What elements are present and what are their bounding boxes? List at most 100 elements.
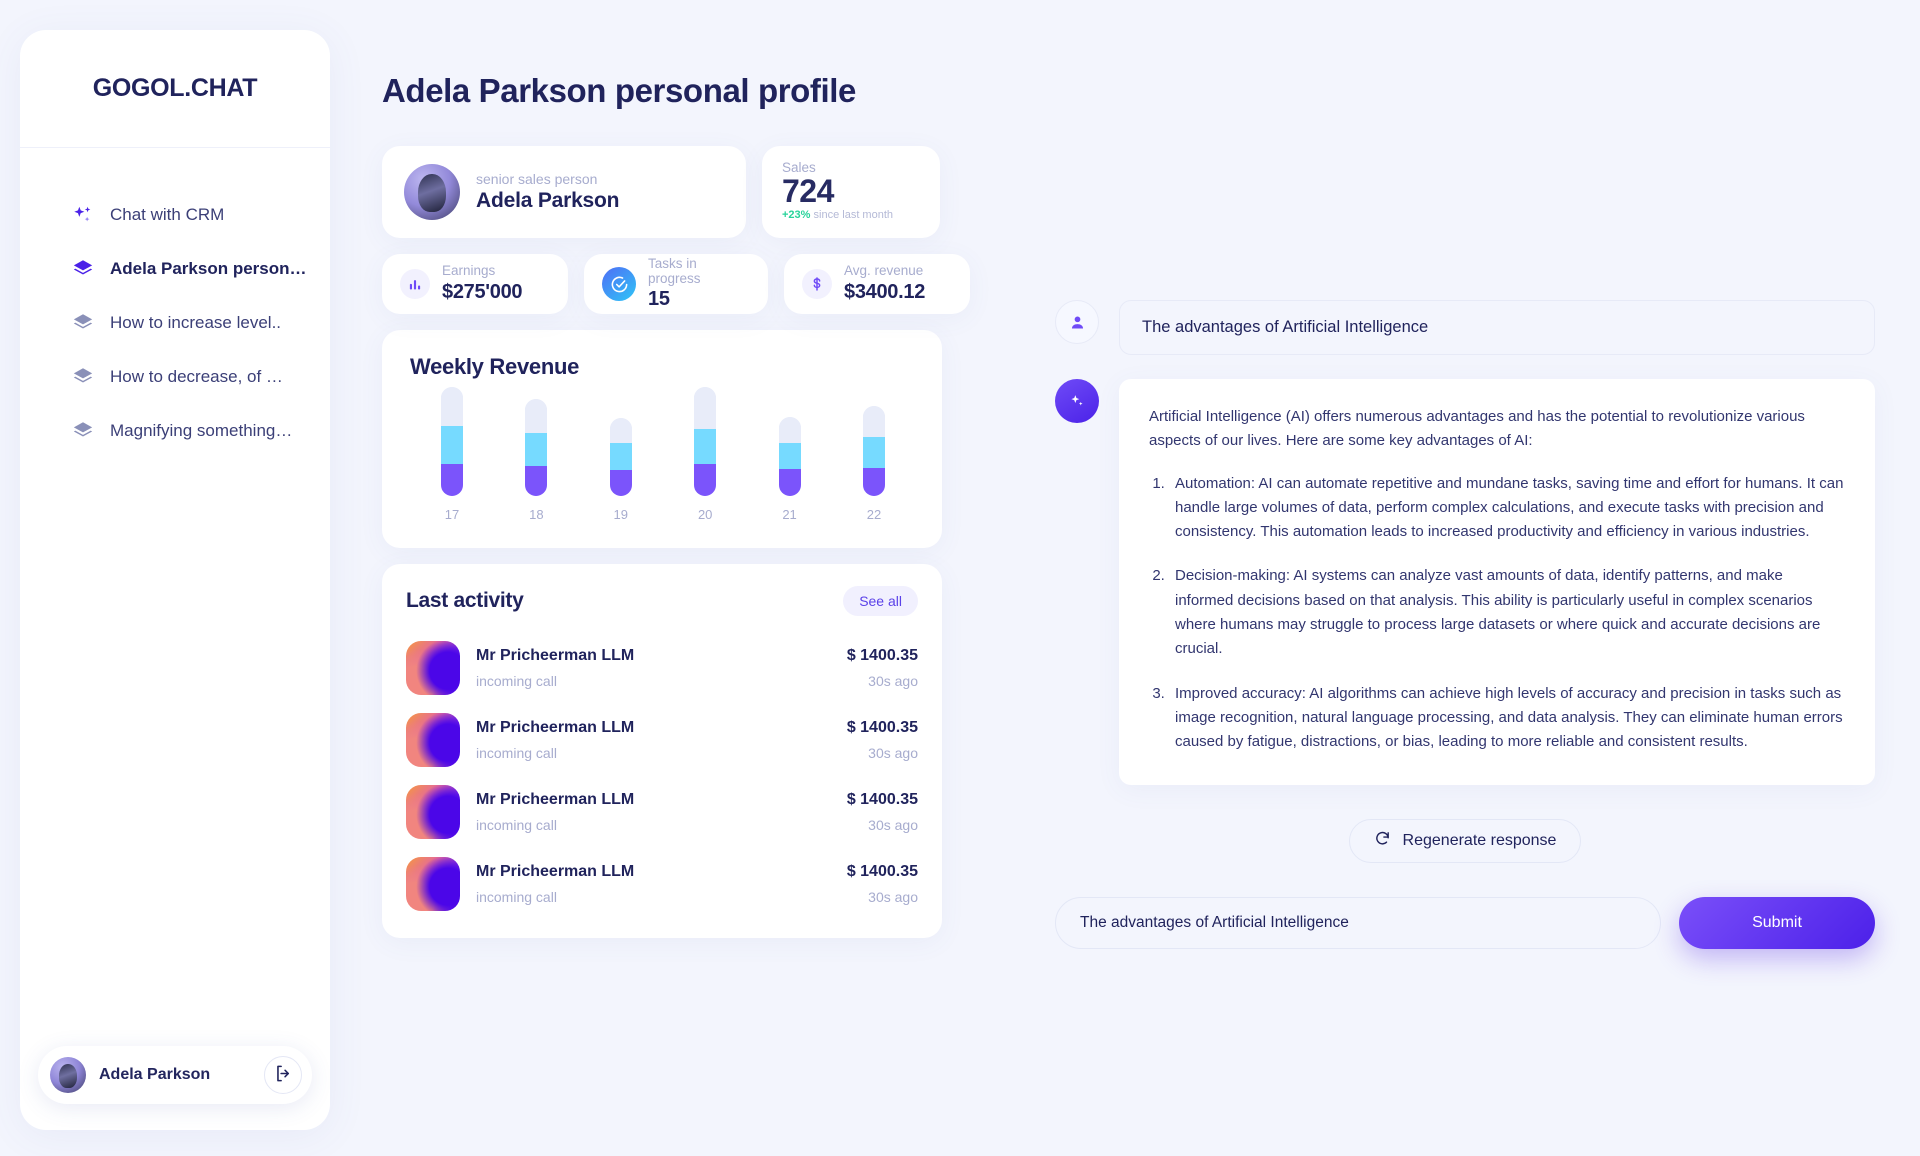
ai-intro: Artificial Intelligence (AI) offers nume…	[1149, 408, 1805, 450]
avatar	[50, 1057, 86, 1093]
ai-point: Decision-making: AI systems can analyze …	[1169, 564, 1845, 661]
chat-input[interactable]	[1055, 896, 1661, 949]
activity-header: Last activity See all	[406, 586, 918, 616]
logout-button[interactable]	[264, 1056, 302, 1094]
sidebar-item-how-to-decrease[interactable]: How to decrease, of …	[20, 350, 330, 404]
activity-time: 30s ago	[868, 745, 918, 761]
chart-bar-group: 21	[760, 417, 820, 522]
activity-time: 30s ago	[868, 673, 918, 689]
chart-bar	[441, 387, 463, 496]
sidebar: GOGOL.CHAT Chat with CRM Adela Parkson p…	[20, 30, 330, 1130]
sparkle-icon	[72, 204, 94, 226]
stat-card-avg-revenue: Avg. revenue $3400.12	[784, 254, 970, 314]
activity-amount: $ 1400.35	[846, 647, 918, 664]
activity-time: 30s ago	[868, 889, 918, 905]
ai-message: Artificial Intelligence (AI) offers nume…	[1119, 379, 1875, 785]
activity-title: Last activity	[406, 589, 524, 612]
chart-bar	[694, 387, 717, 496]
bar-chart-icon	[400, 269, 430, 299]
activity-time: 30s ago	[868, 817, 918, 833]
weekly-revenue-chart: Weekly Revenue 17 18 19 20 21 22	[382, 330, 942, 548]
activity-type: incoming call	[476, 745, 557, 761]
submit-button[interactable]: Submit	[1679, 896, 1875, 949]
sidebar-item-how-to-increase-level[interactable]: How to increase level..	[20, 296, 330, 350]
chart-bar	[778, 417, 801, 496]
chart-bar-group: 22	[844, 406, 904, 522]
stat-value: 15	[648, 288, 670, 311]
sidebar-item-label: How to increase level..	[110, 313, 282, 332]
user-pill[interactable]: Adela Parkson	[38, 1046, 312, 1104]
activity-name: Mr Pricheerman LLM	[476, 719, 635, 736]
sales-change-note: since last month	[813, 208, 893, 221]
activity-amount: $ 1400.35	[846, 791, 918, 808]
stat-label: Tasks in progress	[648, 255, 701, 286]
chart-bar-group: 17	[422, 387, 482, 522]
last-activity-card: Last activity See all Mr Pricheerman LLM…	[382, 564, 942, 938]
activity-type: incoming call	[476, 673, 557, 689]
profile-role: senior sales person	[476, 171, 598, 187]
activity-type: incoming call	[476, 817, 557, 833]
sidebar-item-magnifying-something[interactable]: Magnifying something…	[20, 404, 330, 458]
logout-icon	[274, 1064, 293, 1086]
user-message: The advantages of Artificial Intelligenc…	[1119, 300, 1875, 355]
sidebar-item-label: Magnifying something…	[110, 421, 293, 440]
dollar-icon	[802, 269, 832, 299]
check-circle-icon	[602, 267, 636, 301]
activity-amount: $ 1400.35	[846, 863, 918, 880]
brand-header: GOGOL.CHAT	[20, 30, 330, 148]
activity-row[interactable]: Mr Pricheerman LLM incoming call $ 1400.…	[406, 632, 918, 704]
chart-bar-group: 20	[675, 387, 735, 522]
ai-points-list: Automation: AI can automate repetitive a…	[1169, 472, 1845, 755]
activity-thumbnail	[406, 857, 460, 911]
stat-value: $275'000	[442, 280, 523, 303]
activity-list: Mr Pricheerman LLM incoming call $ 1400.…	[406, 632, 918, 920]
chart-title: Weekly Revenue	[410, 354, 580, 379]
profile-avatar	[404, 164, 460, 220]
ai-point: Improved accuracy: AI algorithms can ach…	[1169, 682, 1845, 755]
chart-bars: 17 18 19 20 21 22	[422, 387, 904, 522]
chart-bar-label: 22	[866, 507, 882, 522]
chart-bar-group: 19	[591, 418, 651, 522]
stat-value: $3400.12	[844, 280, 926, 303]
stat-card-tasks-in-progress: Tasks in progress 15	[584, 254, 768, 314]
refresh-icon	[1374, 830, 1391, 852]
activity-thumbnail	[406, 785, 460, 839]
activity-name: Mr Pricheerman LLM	[476, 863, 635, 880]
layers-icon	[72, 258, 94, 280]
chart-bar	[862, 406, 885, 496]
chat-panel: The advantages of Artificial Intelligenc…	[1055, 0, 1875, 949]
stat-label: Avg. revenue	[844, 263, 924, 279]
user-name: Adela Parkson	[99, 1066, 211, 1083]
activity-row[interactable]: Mr Pricheerman LLM incoming call $ 1400.…	[406, 704, 918, 776]
sidebar-item-chat-with-crm[interactable]: Chat with CRM	[20, 188, 330, 242]
stat-label: Earnings	[442, 263, 496, 279]
ai-point: Automation: AI can automate repetitive a…	[1169, 472, 1845, 545]
main-column: Adela Parkson personal profile senior sa…	[382, 0, 982, 938]
page-title: Adela Parkson personal profile	[382, 72, 856, 109]
activity-row[interactable]: Mr Pricheerman LLM incoming call $ 1400.…	[406, 776, 918, 848]
activity-name: Mr Pricheerman LLM	[476, 791, 635, 808]
sidebar-footer: Adela Parkson	[20, 1046, 330, 1130]
sales-change-row: +23% since last month	[782, 209, 920, 221]
sidebar-nav: Chat with CRM Adela Parkson personal… Ho…	[20, 148, 330, 1046]
sidebar-item-label: How to decrease, of …	[110, 367, 283, 386]
app-root: GOGOL.CHAT Chat with CRM Adela Parkson p…	[0, 0, 1920, 1156]
chart-bar-label: 20	[697, 507, 713, 522]
profile-stats-row: senior sales person Adela Parkson Sales …	[382, 146, 982, 238]
brand-name: GOGOL.CHAT	[92, 74, 258, 102]
layers-icon	[72, 420, 94, 442]
sidebar-item-adela-parkson-personal[interactable]: Adela Parkson personal…	[20, 242, 330, 296]
regenerate-response-button[interactable]: Regenerate response	[1348, 818, 1582, 863]
sales-card: Sales 724 +23% since last month	[762, 146, 940, 238]
chart-bar-group: 18	[506, 399, 566, 522]
chart-bar	[525, 399, 548, 496]
ai-message-row: Artificial Intelligence (AI) offers nume…	[1055, 379, 1875, 785]
see-all-button[interactable]: See all	[843, 586, 918, 616]
sales-change: +23%	[782, 208, 811, 221]
chart-bar	[609, 418, 632, 496]
ai-sparkle-icon	[1055, 379, 1099, 423]
sales-value: 724	[782, 173, 834, 209]
profile-name: Adela Parkson	[476, 189, 620, 212]
activity-row[interactable]: Mr Pricheerman LLM incoming call $ 1400.…	[406, 848, 918, 920]
chart-bar-label: 18	[529, 507, 544, 522]
